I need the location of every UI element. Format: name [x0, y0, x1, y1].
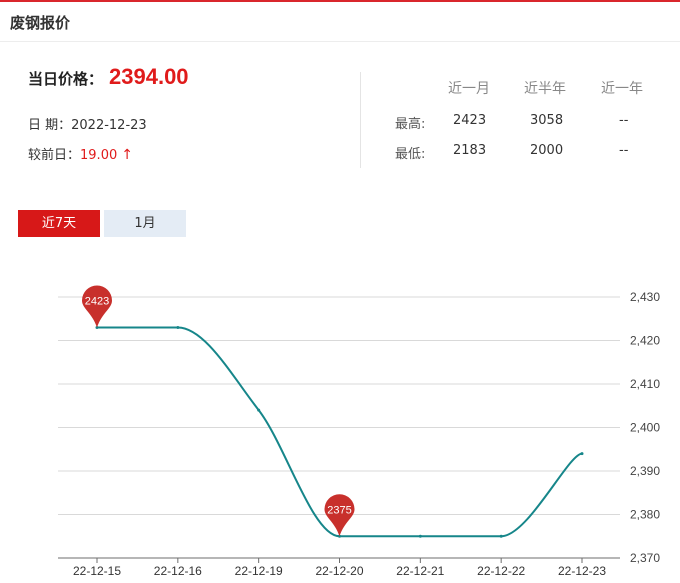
panel-title: 废钢报价: [10, 14, 71, 32]
vertical-divider: [360, 72, 361, 168]
y-tick-label: 2,420: [630, 334, 660, 348]
period-tabs: 近7天 1月: [18, 210, 190, 237]
date-label: 日 期：: [28, 118, 72, 133]
current-price-block: 当日价格： 2394.00: [28, 64, 189, 90]
stats-high-month: 2423: [453, 113, 487, 128]
data-point: [176, 325, 180, 329]
price-line-chart: 2,370 2,380 2,390 2,400 2,410 2,420 2,430 22-12…: [58, 285, 660, 578]
x-tick-label: 22-12-15: [73, 564, 121, 578]
current-price-label: 当日价格：: [28, 70, 104, 88]
y-tick-label: 2,370: [630, 551, 660, 565]
stats-high-year: --: [619, 113, 629, 128]
x-tick-label: 22-12-20: [315, 564, 363, 578]
x-tick-label: 22-12-23: [558, 564, 606, 578]
price-pin-marker: 2375: [324, 494, 355, 537]
stats-high-half-year: 3058: [530, 113, 564, 128]
change-label: 较前日：: [28, 148, 81, 163]
current-price-value: 2394.00: [109, 64, 189, 89]
data-point: [580, 452, 584, 456]
y-tick-label: 2,390: [630, 464, 660, 478]
stats-low-year: --: [619, 143, 629, 158]
date-row: 日 期：2022-12-23: [28, 114, 147, 133]
stats-row-low-label: 最低:: [395, 147, 426, 162]
stats-col-half-year: 近半年: [524, 81, 566, 97]
y-tick-label: 2,410: [630, 377, 660, 391]
x-tick-label: 22-12-16: [154, 564, 202, 578]
stats-low-half-year: 2000: [530, 143, 564, 158]
x-tick-label: 22-12-21: [396, 564, 444, 578]
date-value: 2022-12-23: [71, 118, 147, 133]
data-point: [257, 408, 261, 412]
data-point: [499, 534, 503, 538]
panel-header: 废钢报价: [0, 2, 680, 42]
pin-label: 2423: [85, 295, 109, 307]
y-tick-label: 2,430: [630, 290, 660, 304]
stats-col-month: 近一月: [448, 81, 490, 97]
y-tick-label: 2,400: [630, 421, 660, 435]
x-tick-label: 22-12-19: [235, 564, 283, 578]
change-value: 19.00: [80, 148, 118, 163]
arrow-up-icon: ↑: [121, 147, 133, 163]
stats-col-year: 近一年: [601, 81, 643, 97]
x-tick-label: 22-12-22: [477, 564, 525, 578]
pin-label: 2375: [327, 504, 351, 516]
stats-low-month: 2183: [453, 143, 487, 158]
tab-7-days[interactable]: 近7天: [18, 210, 100, 237]
data-point: [418, 534, 422, 538]
tab-1-month[interactable]: 1月: [104, 210, 186, 237]
y-tick-label: 2,380: [630, 508, 660, 522]
change-row: 较前日：19.00 ↑: [28, 144, 133, 163]
price-pin-marker: 2423: [82, 285, 113, 328]
stats-row-high-label: 最高:: [395, 117, 426, 132]
